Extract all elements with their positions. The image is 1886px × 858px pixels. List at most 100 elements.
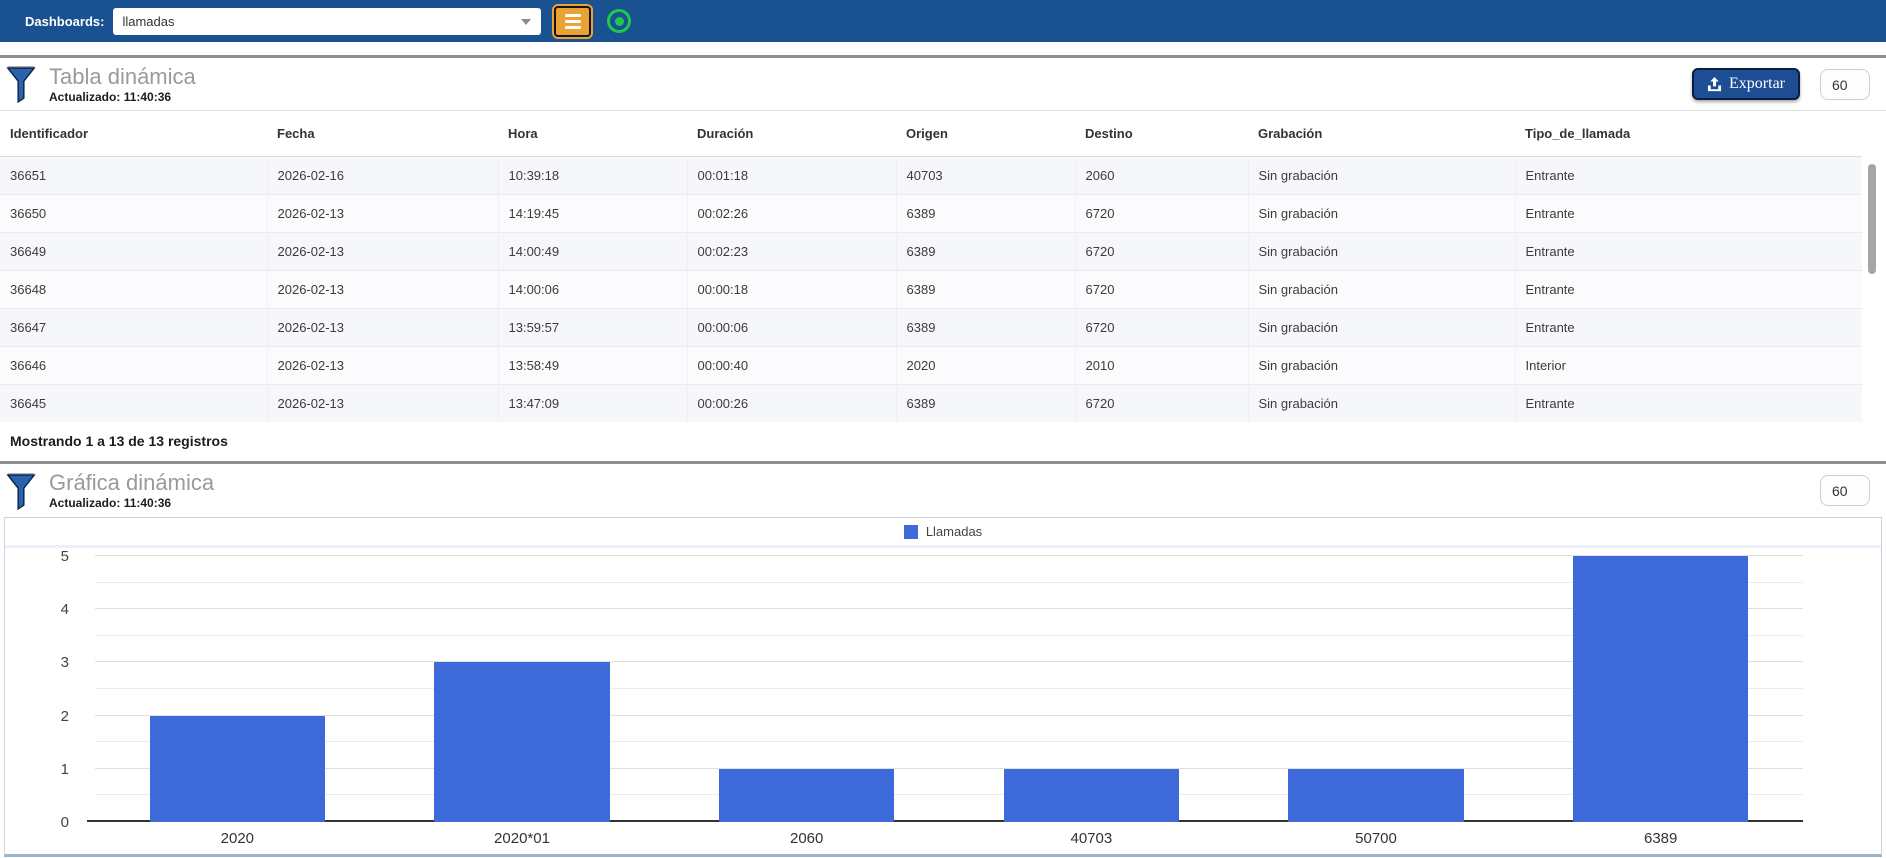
chart-legend: Llamadas xyxy=(5,518,1881,548)
table-cell: 00:00:40 xyxy=(687,347,896,385)
table-row: 366462026-02-1313:58:4900:00:4020202010S… xyxy=(0,347,1862,385)
table-row: 366482026-02-1314:00:0600:00:1863896720S… xyxy=(0,271,1862,309)
column-header[interactable]: Hora xyxy=(498,111,687,157)
table-container: IdentificadorFechaHoraDuraciónOrigenDest… xyxy=(0,111,1886,422)
menu-button[interactable] xyxy=(554,6,591,37)
export-button[interactable]: Exportar xyxy=(1692,68,1800,100)
table-summary: Mostrando 1 a 13 de 13 registros xyxy=(0,422,1886,461)
bar[interactable] xyxy=(150,716,325,822)
table-cell: 6720 xyxy=(1075,309,1248,347)
table-cell: 2026-02-13 xyxy=(267,347,498,385)
table-row: 366492026-02-1314:00:4900:02:2363896720S… xyxy=(0,233,1862,271)
x-tick-label: 40703 xyxy=(949,830,1234,847)
table-panel-header: Tabla dinámica Actualizado: 11:40:36 Exp… xyxy=(0,58,1886,111)
table-row: 366452026-02-1313:47:0900:00:2663896720S… xyxy=(0,385,1862,423)
x-tick-label: 2060 xyxy=(664,830,949,847)
table-cell: Sin grabación xyxy=(1248,347,1515,385)
table-updated-label: Actualizado: xyxy=(49,90,120,104)
app: Dashboards: llamadas Tabla dinámica Actu… xyxy=(0,0,1886,857)
column-header[interactable]: Duración xyxy=(687,111,896,157)
table-panel-title: Tabla dinámica xyxy=(49,65,196,89)
y-tick-label: 2 xyxy=(9,708,69,725)
column-header[interactable]: Identificador xyxy=(0,111,267,157)
table-cell: 2020 xyxy=(896,347,1075,385)
table-body: 366512026-02-1610:39:1800:01:18407032060… xyxy=(0,157,1862,423)
table-cell: 2060 xyxy=(1075,157,1248,195)
y-tick-label: 1 xyxy=(9,761,69,778)
dashboards-label: Dashboards: xyxy=(25,14,104,29)
table-cell: Entrante xyxy=(1515,309,1862,347)
chart-bars xyxy=(95,556,1803,822)
bar-group xyxy=(95,556,380,822)
table-scrollbar-thumb[interactable] xyxy=(1868,164,1876,274)
hamburger-icon xyxy=(565,14,581,17)
table-cell: 00:00:18 xyxy=(687,271,896,309)
y-axis-labels: 012345 xyxy=(5,556,83,822)
table-cell: 36649 xyxy=(0,233,267,271)
table-cell: 00:02:23 xyxy=(687,233,896,271)
table-refresh-input[interactable] xyxy=(1820,69,1870,100)
bar-chart: Llamadas 012345 20202020*012060407035070… xyxy=(4,517,1882,857)
bar[interactable] xyxy=(1288,769,1463,822)
table-cell: 36647 xyxy=(0,309,267,347)
table-cell: 6720 xyxy=(1075,195,1248,233)
table-row: 366472026-02-1313:59:5700:00:0663896720S… xyxy=(0,309,1862,347)
table-cell: Sin grabación xyxy=(1248,271,1515,309)
table-cell: 13:47:09 xyxy=(498,385,687,423)
table-cell: Entrante xyxy=(1515,271,1862,309)
table-cell: 6389 xyxy=(896,385,1075,423)
y-tick-label: 5 xyxy=(9,548,69,565)
table-cell: Entrante xyxy=(1515,157,1862,195)
table-cell: 36650 xyxy=(0,195,267,233)
table-cell: 6389 xyxy=(896,195,1075,233)
dashboard-select-value: llamadas xyxy=(122,14,174,29)
table-cell: Sin grabación xyxy=(1248,195,1515,233)
bar[interactable] xyxy=(1004,769,1179,822)
table-updated-time: 11:40:36 xyxy=(124,90,171,104)
table-cell: 2026-02-16 xyxy=(267,157,498,195)
table-cell: 2026-02-13 xyxy=(267,385,498,423)
dashboard-select[interactable]: llamadas xyxy=(113,8,541,35)
table-cell: 6720 xyxy=(1075,385,1248,423)
chart-refresh-input[interactable] xyxy=(1820,475,1870,506)
x-tick-label: 50700 xyxy=(1234,830,1519,847)
table-cell: 00:02:26 xyxy=(687,195,896,233)
table-row: 366512026-02-1610:39:1800:01:18407032060… xyxy=(0,157,1862,195)
table-cell: 40703 xyxy=(896,157,1075,195)
table-cell: 6389 xyxy=(896,271,1075,309)
spacer xyxy=(0,42,1886,55)
chevron-down-icon xyxy=(521,19,531,25)
table-cell: 14:00:06 xyxy=(498,271,687,309)
table-cell: Entrante xyxy=(1515,195,1862,233)
chart-panel-title: Gráfica dinámica xyxy=(49,471,214,495)
legend-label: Llamadas xyxy=(926,524,982,539)
table-cell: 6720 xyxy=(1075,271,1248,309)
table-cell: 36648 xyxy=(0,271,267,309)
chart-updated-time: 11:40:36 xyxy=(124,496,171,510)
column-header[interactable]: Destino xyxy=(1075,111,1248,157)
status-indicator-icon xyxy=(607,9,631,33)
y-tick-label: 3 xyxy=(9,654,69,671)
bar-group xyxy=(380,556,665,822)
table-cell: 6720 xyxy=(1075,233,1248,271)
bar[interactable] xyxy=(434,662,609,822)
x-axis-labels: 20202020*01206040703507006389 xyxy=(95,830,1803,847)
table-cell: 6389 xyxy=(896,233,1075,271)
column-header[interactable]: Tipo_de_llamada xyxy=(1515,111,1862,157)
table-cell: 00:01:18 xyxy=(687,157,896,195)
filter-icon[interactable] xyxy=(6,471,36,511)
bar[interactable] xyxy=(719,769,894,822)
table-cell: Interior xyxy=(1515,347,1862,385)
table-cell: Sin grabación xyxy=(1248,309,1515,347)
filter-icon[interactable] xyxy=(6,64,36,104)
table-panel: Tabla dinámica Actualizado: 11:40:36 Exp… xyxy=(0,55,1886,461)
table-header-row: IdentificadorFechaHoraDuraciónOrigenDest… xyxy=(0,111,1862,157)
column-header[interactable]: Fecha xyxy=(267,111,498,157)
column-header[interactable]: Grabación xyxy=(1248,111,1515,157)
x-tick-label: 2020*01 xyxy=(380,830,665,847)
export-icon xyxy=(1707,77,1722,92)
bar[interactable] xyxy=(1573,556,1748,822)
column-header[interactable]: Origen xyxy=(896,111,1075,157)
chart-updated-label: Actualizado: xyxy=(49,496,120,510)
chart-panel-header: Gráfica dinámica Actualizado: 11:40:36 xyxy=(0,464,1886,517)
